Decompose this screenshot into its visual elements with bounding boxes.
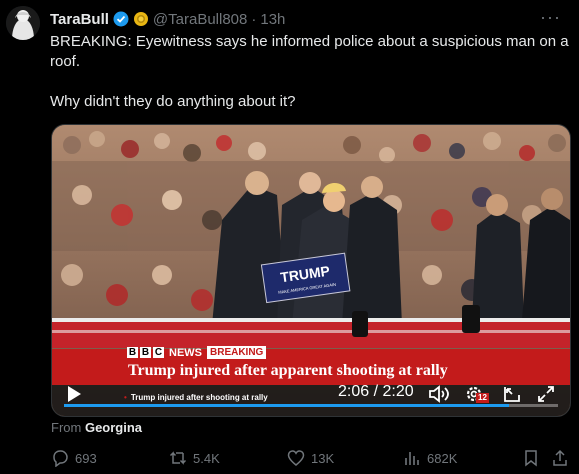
video-player[interactable]: TRUMP MAKE AMERICA GREAT AGAIN B B C NEW… (51, 124, 571, 417)
views-icon (405, 452, 419, 465)
author-handle[interactable]: @TaraBull808 (153, 11, 247, 28)
avatar-image (6, 6, 40, 40)
bbc-news-logo: B B C NEWS BREAKING (127, 346, 267, 359)
progress-track[interactable] (64, 404, 558, 407)
time-display: 2:06 / 2:20 (338, 383, 414, 400)
like-icon (287, 450, 305, 466)
share-icon (553, 449, 567, 466)
repost-button[interactable]: 5.4K (169, 449, 220, 467)
views-count: 682K (427, 450, 458, 466)
avatar[interactable] (6, 6, 40, 40)
like-count: 13K (311, 450, 335, 466)
action-bar: 693 5.4K 13K 682K (51, 449, 571, 469)
separator: · (251, 10, 257, 28)
news-ticker: • Trump injured after shooting at rally (124, 393, 268, 402)
video-attribution: From Georgina (51, 420, 142, 435)
from-name[interactable]: Georgina (85, 420, 142, 435)
bbc-letter: B (127, 347, 138, 358)
from-label: From (51, 420, 82, 435)
pip-icon[interactable] (501, 385, 521, 403)
more-icon[interactable]: ··· (540, 7, 561, 28)
ticker-bullet: • (124, 393, 127, 402)
author-name[interactable]: TaraBull (50, 11, 109, 28)
share-button[interactable] (551, 449, 569, 467)
reply-count: 693 (75, 450, 97, 466)
verified-badge-icon (113, 11, 129, 27)
gold-badge-icon (133, 11, 149, 27)
fullscreen-icon[interactable] (537, 385, 555, 403)
timestamp[interactable]: 13h (260, 11, 285, 28)
repost-icon (169, 451, 187, 465)
reply-button[interactable]: 693 (51, 449, 97, 467)
volume-icon[interactable] (428, 384, 450, 404)
bookmark-icon (525, 450, 537, 467)
progress-fill (64, 404, 509, 407)
ticker-text: Trump injured after shooting at rally (130, 393, 268, 402)
repost-count: 5.4K (193, 450, 220, 466)
like-button[interactable]: 13K (287, 449, 334, 467)
news-label: NEWS (169, 346, 202, 359)
news-headline: Trump injured after apparent shooting at… (128, 362, 448, 379)
reply-icon (53, 450, 68, 467)
bbc-letter: C (153, 347, 164, 358)
play-icon[interactable] (66, 385, 82, 403)
tweet-header: TaraBull @TaraBull808 · 13h ··· (50, 7, 565, 29)
tweet-text: BREAKING: Eyewitness says he informed po… (50, 33, 569, 110)
breaking-label: BREAKING (207, 346, 267, 359)
bookmark-button[interactable] (522, 449, 540, 467)
bbc-letter: B (140, 347, 151, 358)
views-button[interactable]: 682K (403, 449, 457, 467)
quality-badge: 12 (476, 393, 489, 403)
